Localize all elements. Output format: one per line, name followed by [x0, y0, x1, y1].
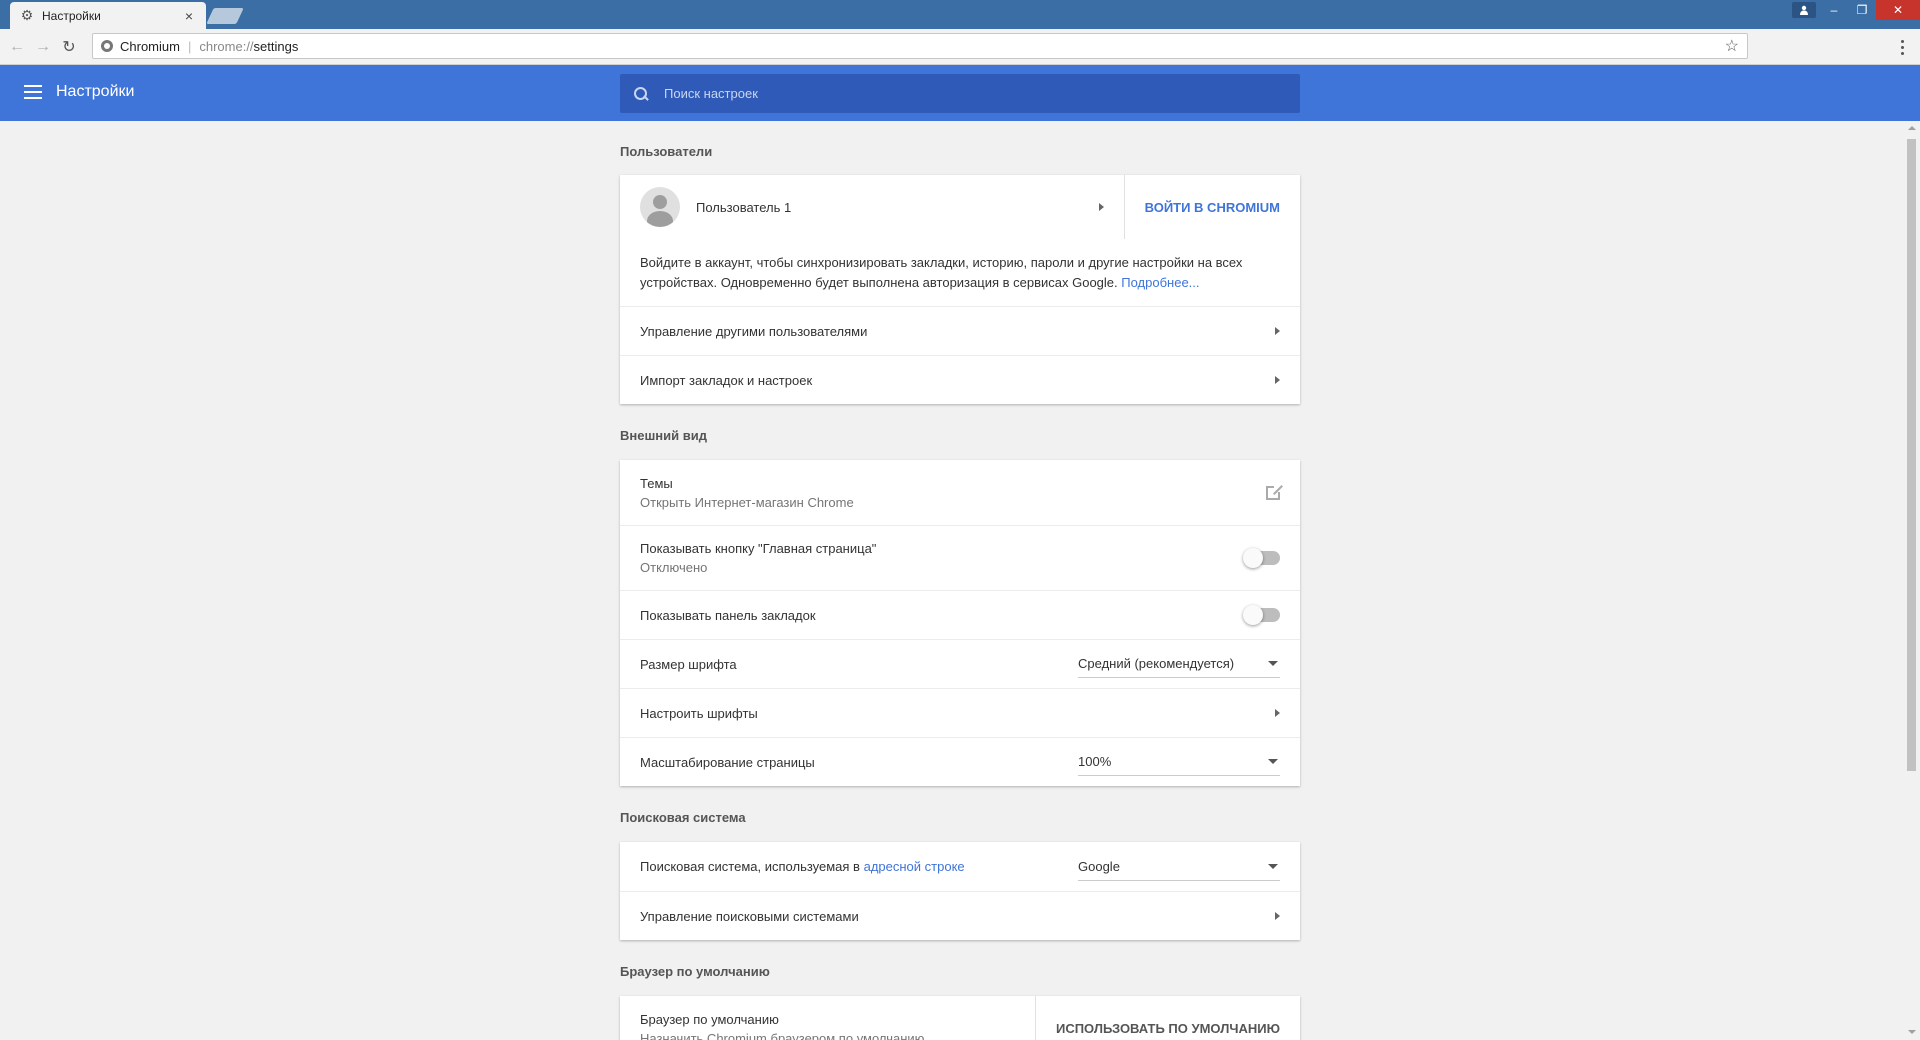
chromium-site-icon	[101, 40, 113, 52]
chevron-right-icon	[1275, 327, 1280, 335]
default-browser-sublabel: Назначить Chromium браузером по умолчани…	[640, 1030, 925, 1040]
zoom-label: Масштабирование страницы	[640, 754, 815, 770]
font-size-value: Средний (рекомендуется)	[1078, 656, 1235, 671]
home-button-toggle[interactable]	[1243, 548, 1280, 568]
user-profile-button[interactable]: Пользователь 1	[640, 175, 1124, 239]
gear-icon: ⚙	[20, 7, 34, 23]
home-button-status: Отключено	[640, 560, 708, 575]
page-scrollbar[interactable]	[1903, 121, 1920, 1040]
manage-search-engines-row[interactable]: Управление поисковыми системами	[620, 891, 1300, 940]
tab-settings[interactable]: ⚙ Настройки ×	[10, 2, 206, 29]
chevron-right-icon	[1275, 912, 1280, 920]
themes-sublabel: Открыть Интернет-магазин Chrome	[640, 494, 854, 510]
font-size-row: Размер шрифта Средний (рекомендуется)	[620, 639, 1300, 688]
address-bar[interactable]: Chromium | chrome:// settings ☆	[92, 33, 1748, 59]
search-card: Поисковая система, используемая в адресн…	[620, 842, 1300, 940]
back-button[interactable]: ←	[4, 34, 30, 60]
chevron-down-icon	[1268, 661, 1278, 666]
maximize-button[interactable]: ❐	[1848, 0, 1876, 20]
menu-dot-icon	[1900, 51, 1904, 55]
signin-button[interactable]: ВОЙТИ В CHROMIUM	[1125, 200, 1300, 215]
browser-toolbar: ← → ↻ Chromium | chrome:// settings ☆	[0, 29, 1920, 65]
hamburger-menu-icon[interactable]	[24, 85, 42, 99]
browser-menu-button[interactable]	[1894, 34, 1910, 60]
manage-users-row[interactable]: Управление другими пользователями	[620, 306, 1300, 355]
font-size-label: Размер шрифта	[640, 656, 737, 672]
section-title-appearance: Внешний вид	[620, 428, 707, 443]
default-browser-label: Браузер по умолчанию	[640, 1011, 779, 1027]
chevron-down-icon	[1268, 863, 1278, 869]
manage-search-engines-label: Управление поисковыми системами	[640, 908, 859, 924]
section-title-people: Пользователи	[620, 144, 713, 159]
chevron-right-icon	[1275, 709, 1280, 717]
tab-title: Настройки	[42, 8, 101, 23]
manage-users-label: Управление другими пользователями	[640, 323, 868, 339]
search-engine-label-text: Поисковая система, используемая в	[640, 859, 860, 874]
bookmarks-bar-row: Показывать панель закладок	[620, 590, 1300, 639]
close-window-button[interactable]: ✕	[1876, 0, 1920, 20]
learn-more-link[interactable]: Подробнее...	[1121, 275, 1199, 290]
zoom-value: 100%	[1078, 754, 1112, 769]
menu-dot-icon	[1900, 45, 1904, 49]
bookmark-star-icon[interactable]: ☆	[1725, 36, 1739, 56]
search-engine-label: Поисковая система, используемая в адресн…	[640, 859, 1078, 874]
bookmarks-bar-toggle[interactable]	[1243, 605, 1280, 625]
default-browser-card: Браузер по умолчанию Назначить Chromium …	[620, 996, 1300, 1040]
make-default-button[interactable]: ИСПОЛЬЗОВАТЬ ПО УМОЛЧАНИЮ	[1034, 996, 1300, 1040]
minimize-button[interactable]: –	[1820, 0, 1848, 20]
search-engine-select[interactable]: Google	[1078, 853, 1280, 881]
themes-label: Темы	[640, 475, 673, 491]
bookmarks-bar-label: Показывать панель закладок	[640, 607, 816, 623]
zoom-row: Масштабирование страницы 100%	[620, 737, 1300, 786]
import-row[interactable]: Импорт закладок и настроек	[620, 355, 1300, 404]
title-bar: ⚙ Настройки × – ❐ ✕	[0, 0, 1920, 29]
scroll-up-icon[interactable]	[1908, 126, 1916, 130]
settings-content: Пользователи Пользователь 1 ВОЙТИ В CHRO…	[620, 121, 1300, 1040]
person-icon	[1800, 5, 1808, 15]
signin-description: Войдите в аккаунт, чтобы синхронизироват…	[620, 239, 1300, 306]
zoom-select[interactable]: 100%	[1078, 748, 1280, 776]
url-separator: |	[187, 38, 192, 54]
appearance-card: Темы Открыть Интернет-магазин Chrome Пок…	[620, 460, 1300, 786]
chevron-down-icon	[1268, 759, 1278, 764]
chevron-right-icon	[1275, 376, 1280, 384]
address-bar-link[interactable]: адресной строке	[864, 859, 965, 874]
tab-close-button[interactable]: ×	[182, 8, 196, 24]
section-title-search: Поисковая система	[620, 810, 746, 825]
settings-search[interactable]	[620, 74, 1300, 113]
open-external-icon[interactable]	[1266, 484, 1281, 500]
home-button-row: Показывать кнопку "Главная страница" Отк…	[620, 525, 1300, 590]
font-size-select[interactable]: Средний (рекомендуется)	[1078, 650, 1280, 678]
url-path: settings	[253, 38, 299, 54]
reload-button[interactable]: ↻	[56, 34, 82, 60]
menu-dot-icon	[1900, 39, 1904, 43]
profile-icon[interactable]	[1792, 2, 1816, 18]
customize-fonts-row[interactable]: Настроить шрифты	[620, 688, 1300, 737]
search-icon	[634, 86, 648, 101]
page-title: Настройки	[56, 83, 135, 100]
home-button-label: Показывать кнопку "Главная страница"	[640, 541, 877, 556]
site-name: Chromium	[120, 38, 180, 54]
search-engine-value: Google	[1078, 858, 1120, 874]
avatar	[640, 187, 680, 227]
default-browser-row: Браузер по умолчанию Назначить Chromium …	[620, 996, 1300, 1040]
forward-button[interactable]: →	[30, 34, 56, 60]
chevron-right-icon	[1098, 203, 1104, 211]
new-tab-button[interactable]	[206, 8, 244, 24]
search-input[interactable]	[664, 86, 1264, 101]
settings-header: Настройки	[0, 65, 1920, 121]
user-row: Пользователь 1 ВОЙТИ В CHROMIUM	[620, 175, 1300, 239]
customize-fonts-label: Настроить шрифты	[640, 705, 758, 721]
scroll-down-icon[interactable]	[1908, 1030, 1916, 1034]
import-label: Импорт закладок и настроек	[640, 372, 813, 388]
user-name: Пользователь 1	[696, 199, 792, 215]
themes-row[interactable]: Темы Открыть Интернет-магазин Chrome	[620, 460, 1300, 525]
section-title-default-browser: Браузер по умолчанию	[620, 964, 770, 979]
search-engine-row: Поисковая система, используемая в адресн…	[620, 842, 1300, 891]
url-scheme: chrome://	[199, 38, 254, 54]
scrollbar-thumb[interactable]	[1907, 139, 1916, 771]
people-card: Пользователь 1 ВОЙТИ В CHROMIUM Войдите …	[620, 175, 1300, 404]
